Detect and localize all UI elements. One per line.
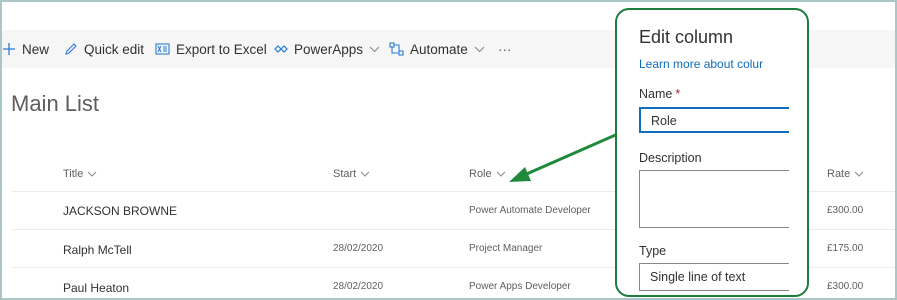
- column-header-label: Rate: [827, 168, 851, 180]
- cell-role: Power Apps Developer: [469, 281, 571, 292]
- column-header-rate[interactable]: Rate: [827, 168, 864, 180]
- learn-more-link[interactable]: Learn more about colur: [639, 57, 763, 71]
- powerapps-menu[interactable]: PowerApps: [274, 30, 380, 68]
- name-label-text: Name: [639, 87, 673, 101]
- cell-start: 28/02/2020: [333, 281, 384, 292]
- cell-role: Power Automate Developer: [469, 205, 591, 216]
- export-excel-button[interactable]: Export to Excel: [155, 30, 267, 68]
- column-header-label: Title: [63, 168, 84, 180]
- automate-icon: [389, 42, 404, 56]
- cell-title: JACKSON BROWNE: [63, 204, 178, 218]
- cell-rate: £300.00: [827, 281, 864, 292]
- automate-label: Automate: [410, 41, 468, 57]
- column-header-title[interactable]: Title: [63, 168, 97, 180]
- new-button[interactable]: New: [2, 30, 49, 68]
- column-header-start[interactable]: Start: [333, 168, 370, 180]
- cell-title: Paul Heaton: [63, 281, 130, 295]
- powerapps-icon: [274, 42, 288, 56]
- panel-title: Edit column: [639, 27, 734, 47]
- new-label: New: [22, 41, 50, 57]
- chevron-down-icon: [88, 171, 97, 177]
- powerapps-label: PowerApps: [294, 41, 364, 57]
- quick-edit-label: Quick edit: [84, 41, 145, 57]
- plus-icon: [2, 42, 16, 56]
- type-label: Type: [639, 244, 667, 258]
- required-marker: *: [675, 87, 681, 101]
- export-label: Export to Excel: [176, 41, 267, 57]
- type-dropdown[interactable]: Single line of text: [639, 263, 789, 291]
- pencil-icon: [64, 42, 78, 56]
- description-label: Description: [639, 151, 702, 165]
- more-options-button[interactable]: ···: [498, 30, 512, 68]
- name-input[interactable]: Role: [639, 107, 789, 133]
- page-title: Main List: [11, 91, 100, 116]
- cell-start: 28/02/2020: [333, 243, 384, 254]
- type-dropdown-value: Single line of text: [650, 270, 746, 284]
- name-input-value: Role: [651, 114, 677, 128]
- cell-rate: £300.00: [827, 205, 864, 216]
- cell-rate: £175.00: [827, 243, 864, 254]
- edit-column-panel: Edit column Learn more about colur Name *…: [615, 8, 809, 297]
- chevron-down-icon: [474, 46, 485, 53]
- chevron-down-icon: [496, 171, 505, 177]
- chevron-down-icon: [369, 46, 380, 53]
- cell-title: Ralph McTell: [63, 243, 132, 257]
- column-header-label: Start: [333, 168, 357, 180]
- cell-role: Project Manager: [469, 243, 543, 254]
- chevron-down-icon: [854, 171, 864, 177]
- name-field-label: Name *: [639, 87, 680, 101]
- excel-icon: [155, 42, 170, 56]
- ellipsis-icon: ···: [498, 41, 512, 57]
- column-header-role[interactable]: Role: [469, 168, 506, 180]
- column-header-label: Role: [469, 168, 492, 180]
- automate-menu[interactable]: Automate: [389, 30, 485, 68]
- quick-edit-button[interactable]: Quick edit: [64, 30, 144, 68]
- chevron-down-icon: [360, 171, 370, 177]
- description-textarea[interactable]: [639, 170, 789, 228]
